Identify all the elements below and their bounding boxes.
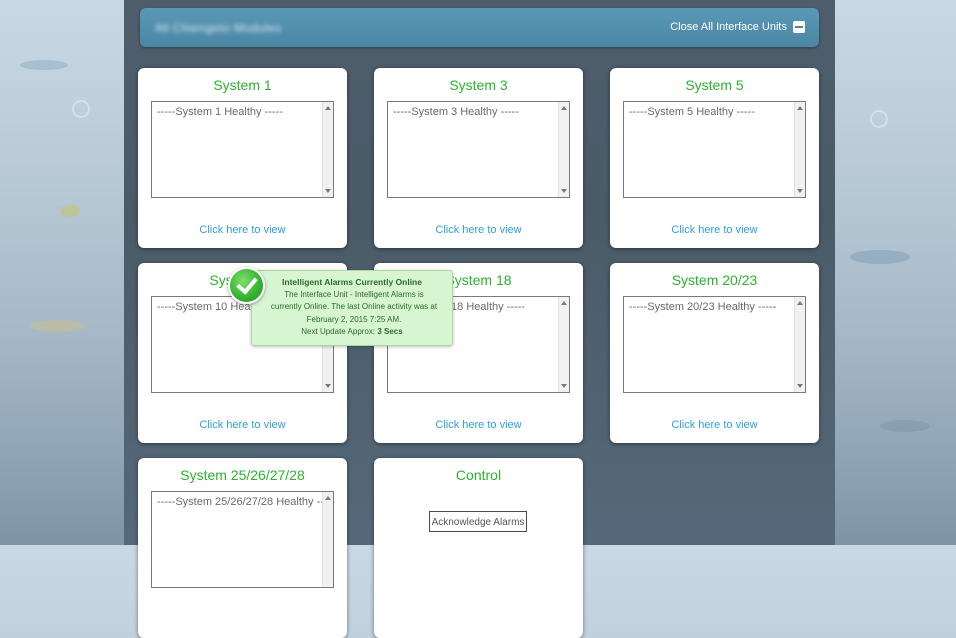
scrollbar[interactable]	[794, 297, 805, 392]
background-fish-decoration	[850, 250, 910, 264]
scroll-down-arrow-icon[interactable]	[325, 384, 331, 388]
scroll-down-arrow-icon[interactable]	[561, 384, 567, 388]
background-bubble-decoration	[870, 110, 888, 128]
view-link[interactable]: Click here to view	[138, 419, 347, 431]
background-fish-decoration	[60, 205, 80, 217]
status-textarea[interactable]: -----System 3 Healthy -----	[387, 101, 570, 198]
background-fish-decoration	[20, 60, 68, 70]
scrollbar[interactable]	[322, 492, 333, 587]
status-text: -----System 25/26/27/28 Healthy -----	[157, 496, 335, 508]
scrollbar[interactable]	[558, 102, 569, 197]
scroll-down-arrow-icon[interactable]	[797, 384, 803, 388]
tooltip-next-update: Next Update Approx: 3 Secs	[252, 326, 452, 339]
status-text: -----System 3 Healthy -----	[393, 106, 519, 118]
status-textarea[interactable]: -----System 5 Healthy -----	[623, 101, 806, 198]
system-card-5: System 5 -----System 5 Healthy ----- Cli…	[610, 68, 819, 248]
status-text: -----System 5 Healthy -----	[629, 106, 755, 118]
close-all-units-label: Close All Interface Units	[670, 21, 787, 33]
scrollbar[interactable]	[558, 297, 569, 392]
scroll-up-arrow-icon[interactable]	[797, 301, 803, 305]
scroll-up-arrow-icon[interactable]	[561, 301, 567, 305]
view-link[interactable]: Click here to view	[374, 419, 583, 431]
scroll-down-arrow-icon[interactable]	[797, 189, 803, 193]
control-title: Control	[455, 467, 502, 483]
scroll-up-arrow-icon[interactable]	[797, 106, 803, 110]
system-card-1: System 1 -----System 1 Healthy ----- Cli…	[138, 68, 347, 248]
tooltip-body: The Interface Unit - Intelligent Alarms …	[270, 289, 438, 324]
card-title: System 5	[685, 77, 744, 93]
status-text: -----System 1 Healthy -----	[157, 106, 283, 118]
card-title: System 20/23	[671, 272, 758, 288]
close-all-units-button[interactable]: Close All Interface Units	[670, 21, 805, 33]
status-textarea[interactable]: -----System 25/26/27/28 Healthy -----	[151, 491, 335, 588]
view-link[interactable]: Click here to view	[138, 224, 347, 236]
scroll-down-arrow-icon[interactable]	[561, 189, 567, 193]
alarm-status-tooltip: Intelligent Alarms Currently Online The …	[251, 270, 453, 346]
scrollbar[interactable]	[794, 102, 805, 197]
card-title: System 1	[213, 77, 272, 93]
view-link[interactable]: Click here to view	[374, 224, 583, 236]
scrollbar[interactable]	[322, 102, 333, 197]
status-textarea[interactable]: -----System 20/23 Healthy -----	[623, 296, 806, 393]
acknowledge-alarms-button[interactable]: Acknowledge Alarms	[429, 511, 527, 532]
system-card-3: System 3 -----System 3 Healthy ----- Cli…	[374, 68, 583, 248]
view-link[interactable]: Click here to view	[610, 224, 819, 236]
checkmark-icon	[228, 267, 265, 304]
scroll-down-arrow-icon[interactable]	[325, 189, 331, 193]
tooltip-title: Intelligent Alarms Currently Online	[282, 277, 422, 287]
minus-icon	[793, 21, 805, 33]
scroll-up-arrow-icon[interactable]	[325, 496, 331, 500]
scroll-up-arrow-icon[interactable]	[561, 106, 567, 110]
card-title: System 3	[449, 77, 508, 93]
background-bubble-decoration	[72, 100, 90, 118]
modules-header-bar: All Chiengeto Modules Close All Interfac…	[140, 8, 819, 47]
next-update-label: Next Update Approx:	[301, 327, 376, 336]
control-card: Control Acknowledge Alarms	[374, 458, 583, 638]
background-fish-decoration	[880, 420, 930, 432]
next-update-value: 3 Secs	[377, 327, 403, 336]
background-fish-decoration	[30, 320, 85, 332]
scroll-up-arrow-icon[interactable]	[325, 106, 331, 110]
header-title: All Chiengeto Modules	[155, 21, 282, 35]
system-card-25-26-27-28: System 25/26/27/28 -----System 25/26/27/…	[138, 458, 347, 638]
card-title: System 25/26/27/28	[180, 467, 305, 483]
status-textarea[interactable]: -----System 1 Healthy -----	[151, 101, 334, 198]
status-text: -----System 20/23 Healthy -----	[629, 301, 777, 313]
view-link[interactable]: Click here to view	[610, 419, 819, 431]
system-card-20-23: System 20/23 -----System 20/23 Healthy -…	[610, 263, 819, 443]
